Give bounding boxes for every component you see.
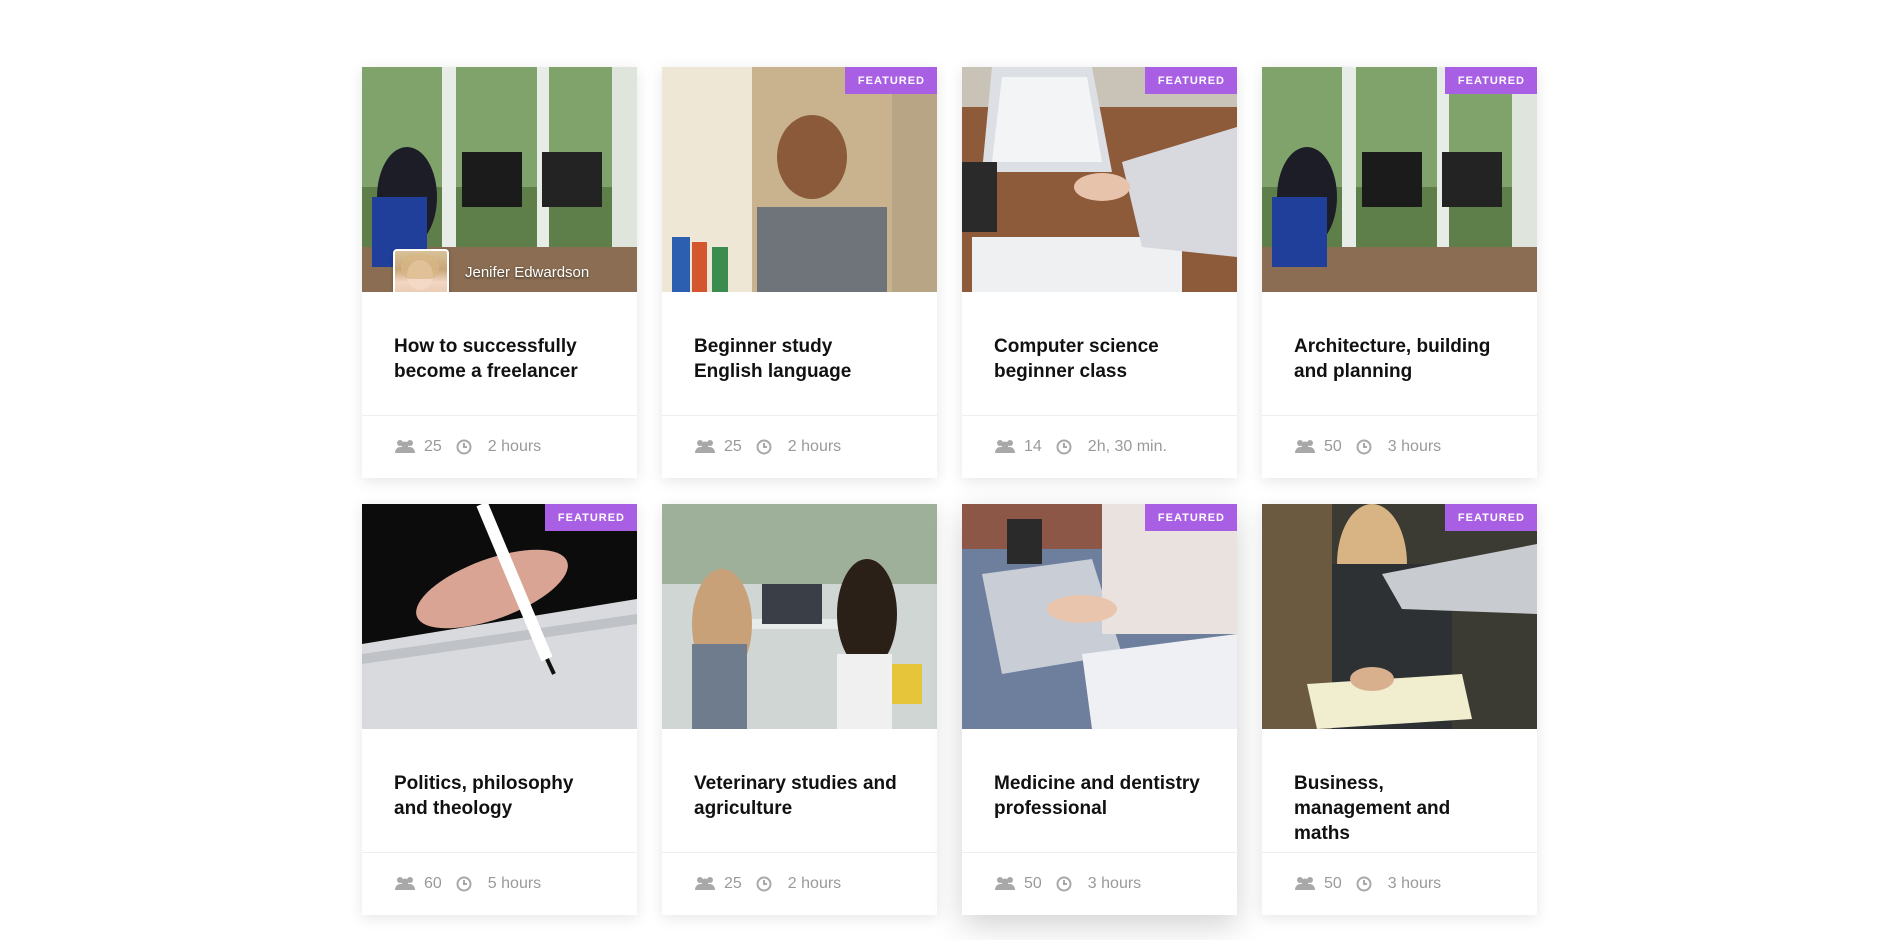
author-name[interactable]: Jenifer Edwardson — [465, 264, 589, 281]
card-body: Veterinary studies and agriculture — [662, 729, 937, 853]
course-title[interactable]: Beginner study English language — [694, 334, 905, 384]
course-image[interactable]: FEATURED — [962, 504, 1237, 729]
student-count: 50 — [1024, 875, 1042, 892]
course-duration: 3 hours — [1387, 875, 1442, 892]
course-meta: 25 2 hours — [662, 853, 937, 915]
course-title[interactable]: Politics, philosophy and theology — [394, 771, 605, 821]
featured-badge: FEATURED — [1144, 504, 1237, 531]
course-title[interactable]: Medicine and dentistry professional — [994, 771, 1205, 821]
course-title[interactable]: Architecture, building and planning — [1294, 334, 1505, 384]
student-count: 50 — [1324, 438, 1342, 455]
course-author[interactable]: Jenifer Edwardson — [393, 249, 589, 292]
course-image[interactable]: Jenifer Edwardson — [362, 67, 637, 292]
course-image[interactable]: FEATURED — [362, 504, 637, 729]
student-count: 25 — [724, 875, 742, 892]
clock-icon — [1056, 439, 1078, 455]
course-image[interactable]: FEATURED — [1262, 504, 1537, 729]
featured-badge: FEATURED — [844, 67, 937, 94]
course-meta: 50 3 hours — [1262, 416, 1537, 478]
course-duration: 2 hours — [787, 438, 842, 455]
student-count: 25 — [424, 438, 442, 455]
card-body: Business, management and maths — [1262, 729, 1537, 853]
course-card[interactable]: FEATURED Business, management and maths … — [1262, 504, 1537, 915]
users-icon — [994, 438, 1016, 456]
course-duration: 2 hours — [787, 875, 842, 892]
course-title[interactable]: Business, management and maths — [1294, 771, 1505, 846]
course-image[interactable]: FEATURED — [662, 67, 937, 292]
users-icon — [694, 438, 716, 456]
course-duration: 2h, 30 min. — [1087, 438, 1167, 455]
users-icon — [1294, 438, 1316, 456]
course-image[interactable]: FEATURED — [962, 67, 1237, 292]
clock-icon — [456, 439, 478, 455]
course-meta: 50 3 hours — [962, 853, 1237, 915]
course-title[interactable]: Veterinary studies and agriculture — [694, 771, 905, 821]
users-icon — [1294, 875, 1316, 893]
clock-icon — [456, 876, 478, 892]
course-meta: 60 5 hours — [362, 853, 637, 915]
course-duration: 5 hours — [487, 875, 542, 892]
clock-icon — [756, 439, 778, 455]
student-count: 25 — [724, 438, 742, 455]
student-count: 50 — [1324, 875, 1342, 892]
course-meta: 14 2h, 30 min. — [962, 416, 1237, 478]
student-count: 60 — [424, 875, 442, 892]
course-image[interactable] — [662, 504, 937, 729]
featured-badge: FEATURED — [1444, 67, 1537, 94]
course-card[interactable]: FEATURED Architecture, building and plan… — [1262, 67, 1537, 478]
card-body: How to successfully become a freelancer — [362, 292, 637, 416]
course-meta: 25 2 hours — [362, 416, 637, 478]
clock-icon — [1056, 876, 1078, 892]
clock-icon — [756, 876, 778, 892]
card-body: Computer science beginner class — [962, 292, 1237, 416]
featured-badge: FEATURED — [1144, 67, 1237, 94]
course-card[interactable]: FEATURED Politics, philosophy and theolo… — [362, 504, 637, 915]
course-grid: Jenifer Edwardson How to successfully be… — [362, 67, 1537, 915]
course-title[interactable]: How to successfully become a freelancer — [394, 334, 605, 384]
users-icon — [694, 875, 716, 893]
users-icon — [994, 875, 1016, 893]
clock-icon — [1356, 876, 1378, 892]
course-duration: 3 hours — [1087, 875, 1142, 892]
student-count: 14 — [1024, 438, 1042, 455]
featured-badge: FEATURED — [544, 504, 637, 531]
course-card[interactable]: FEATURED Computer science beginner class… — [962, 67, 1237, 478]
course-card[interactable]: FEATURED Beginner study English language… — [662, 67, 937, 478]
course-card[interactable]: Veterinary studies and agriculture 25 2 … — [662, 504, 937, 915]
users-icon — [394, 438, 416, 456]
course-duration: 2 hours — [487, 438, 542, 455]
card-body: Medicine and dentistry professional — [962, 729, 1237, 853]
course-meta: 50 3 hours — [1262, 853, 1537, 915]
course-card[interactable]: FEATURED Medicine and dentistry professi… — [962, 504, 1237, 915]
course-title[interactable]: Computer science beginner class — [994, 334, 1205, 384]
author-avatar[interactable] — [393, 249, 449, 292]
course-image[interactable]: FEATURED — [1262, 67, 1537, 292]
card-body: Beginner study English language — [662, 292, 937, 416]
course-card[interactable]: Jenifer Edwardson How to successfully be… — [362, 67, 637, 478]
course-meta: 25 2 hours — [662, 416, 937, 478]
featured-badge: FEATURED — [1444, 504, 1537, 531]
card-body: Architecture, building and planning — [1262, 292, 1537, 416]
course-duration: 3 hours — [1387, 438, 1442, 455]
card-body: Politics, philosophy and theology — [362, 729, 637, 853]
clock-icon — [1356, 439, 1378, 455]
users-icon — [394, 875, 416, 893]
